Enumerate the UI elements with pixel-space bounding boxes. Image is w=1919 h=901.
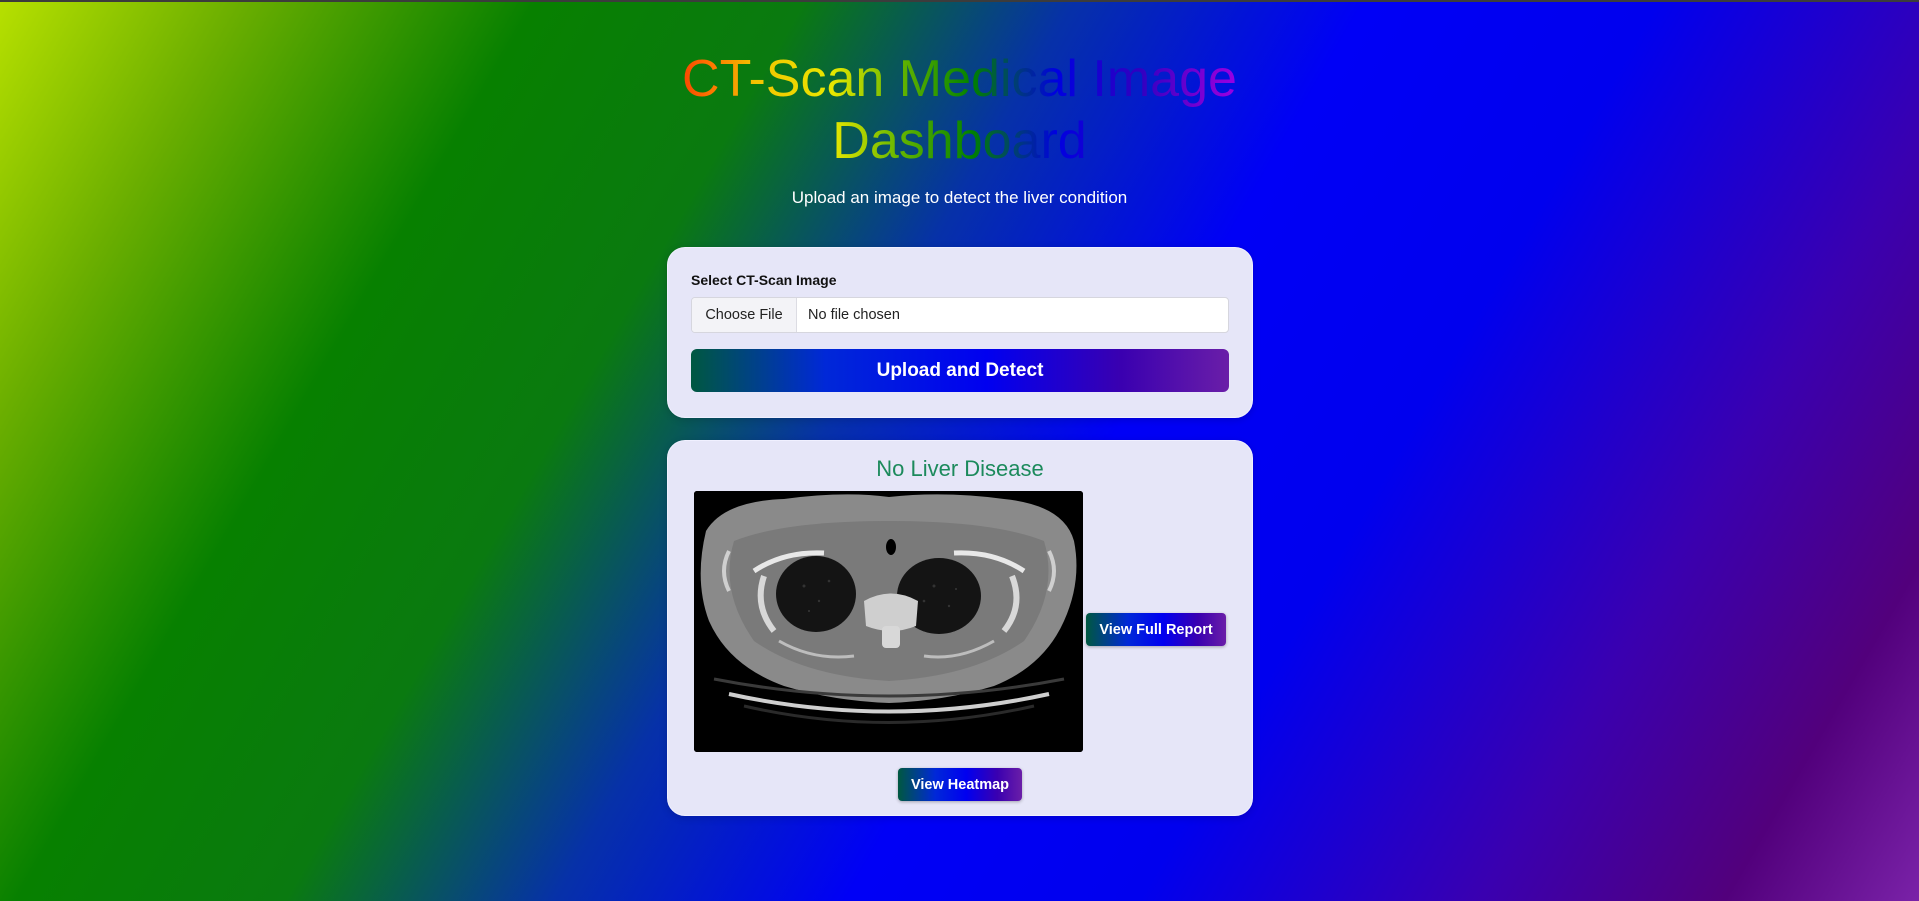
page-header: CT-Scan Medical Image Dashboard Upload a…: [0, 48, 1919, 208]
file-input[interactable]: Choose File No file chosen: [691, 297, 1229, 333]
upload-card: Select CT-Scan Image Choose File No file…: [667, 247, 1253, 418]
view-heatmap-button[interactable]: View Heatmap: [898, 768, 1022, 801]
page-subtitle: Upload an image to detect the liver cond…: [791, 188, 1128, 207]
ct-scan-image: [694, 491, 1083, 752]
ct-scan-graphic: [694, 491, 1083, 752]
page-title: CT-Scan Medical Image Dashboard: [640, 48, 1280, 172]
view-full-report-button[interactable]: View Full Report: [1086, 613, 1226, 646]
top-border: [0, 0, 1919, 2]
result-card: No Liver Disease View Full Report View H…: [667, 440, 1253, 816]
diagnosis-result: No Liver Disease: [876, 456, 1044, 481]
file-field-label: Select CT-Scan Image: [691, 272, 837, 288]
choose-file-button[interactable]: Choose File: [692, 298, 797, 332]
upload-and-detect-button[interactable]: Upload and Detect: [691, 349, 1229, 392]
file-status-text: No file chosen: [808, 307, 900, 323]
